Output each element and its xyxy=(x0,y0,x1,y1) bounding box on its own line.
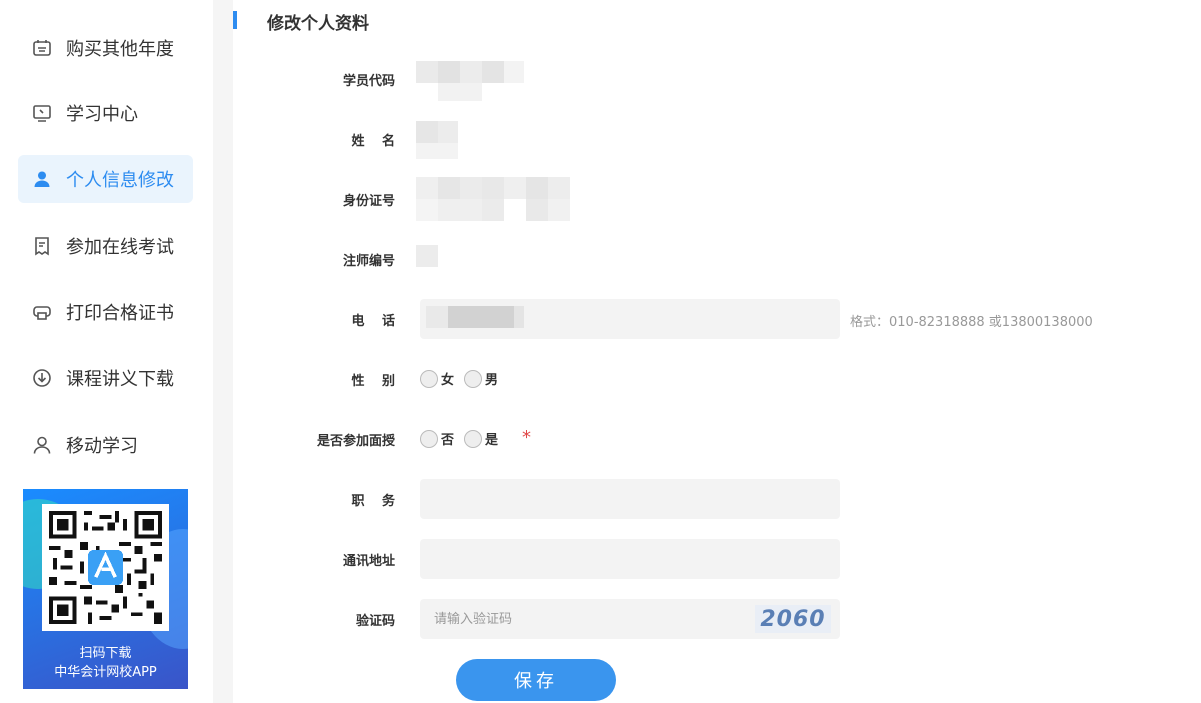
cart-icon xyxy=(30,36,54,60)
attend-no-label: 否 xyxy=(441,433,455,448)
attend-yes-label: 是 xyxy=(485,433,499,448)
phone-input[interactable] xyxy=(420,299,840,339)
address-input[interactable] xyxy=(420,539,840,579)
person-icon xyxy=(30,433,54,457)
sidebar-item-label: 打印合格证书 xyxy=(66,303,174,324)
name-label: 姓 名 xyxy=(351,134,395,149)
cpa-number-label: 注师编号 xyxy=(342,254,395,269)
captcha-image[interactable]: 2060 xyxy=(755,605,831,633)
sidebar-item-buy-other-years[interactable]: 购买其他年度 xyxy=(18,24,193,72)
sidebar-item-edit-profile[interactable]: 个人信息修改 xyxy=(18,155,193,203)
save-button[interactable]: 保存 xyxy=(456,659,616,701)
app-download-banner[interactable]: 扫码下载 中华会计网校APP xyxy=(23,489,188,689)
attend-face-radio-group: 否 是 xyxy=(420,429,508,448)
gender-label: 性 别 xyxy=(351,374,395,389)
cpa-number-value xyxy=(416,245,438,267)
page-title: 修改个人资料 xyxy=(267,14,369,34)
required-marker: * xyxy=(522,427,531,448)
sidebar-item-label: 个人信息修改 xyxy=(66,170,174,191)
qr-caption-line1: 扫码下载 xyxy=(79,646,132,661)
document-icon xyxy=(30,234,54,258)
sidebar-item-mobile-learning[interactable]: 移动学习 xyxy=(18,421,193,469)
sidebar-item-label: 移动学习 xyxy=(66,436,138,457)
gender-male-label: 男 xyxy=(485,373,499,388)
qr-code xyxy=(42,504,169,631)
position-label: 职 务 xyxy=(351,494,395,509)
user-icon xyxy=(30,167,54,191)
download-icon xyxy=(30,366,54,390)
sidebar-item-label: 学习中心 xyxy=(66,104,138,125)
attend-yes-radio[interactable] xyxy=(464,429,483,448)
gender-male-radio[interactable] xyxy=(464,369,483,388)
captcha-label: 验证码 xyxy=(355,614,395,629)
phone-format-hint: 格式：010-82318888 或13800138000 xyxy=(850,315,1093,330)
qr-caption-line2: 中华会计网校APP xyxy=(54,665,157,680)
printer-icon xyxy=(30,300,54,324)
sidebar-item-label: 课程讲义下载 xyxy=(66,369,174,390)
sidebar-item-learning-center[interactable]: 学习中心 xyxy=(18,89,193,137)
gender-female-radio[interactable] xyxy=(420,369,438,388)
student-code-label: 学员代码 xyxy=(342,74,395,89)
address-label: 通讯地址 xyxy=(342,554,395,569)
position-input[interactable] xyxy=(420,479,840,519)
profile-form: 修改个人资料 学员代码 姓 名 身份证号 注师编号 电 话 格式：010-823… xyxy=(233,0,1201,703)
sidebar-item-label: 购买其他年度 xyxy=(66,39,174,60)
monitor-icon xyxy=(30,101,54,125)
gender-female-label: 女 xyxy=(441,373,455,388)
phone-label: 电 话 xyxy=(351,314,395,329)
sidebar-item-label: 参加在线考试 xyxy=(66,237,174,258)
attend-face-label: 是否参加面授 xyxy=(316,434,395,449)
sidebar-item-online-exam[interactable]: 参加在线考试 xyxy=(18,222,193,270)
qr-code-icon xyxy=(49,511,162,624)
sidebar-item-print-certificate[interactable]: 打印合格证书 xyxy=(18,288,193,336)
id-number-label: 身份证号 xyxy=(342,194,395,209)
attend-no-radio[interactable] xyxy=(420,429,438,448)
sidebar: 购买其他年度 学习中心 个人信息修改 参加在线考试 打印合格证书 课程讲义下载 xyxy=(0,0,213,703)
gender-radio-group: 女 男 xyxy=(420,369,508,388)
title-accent-bar xyxy=(233,11,237,29)
sidebar-item-download-handouts[interactable]: 课程讲义下载 xyxy=(18,354,193,402)
